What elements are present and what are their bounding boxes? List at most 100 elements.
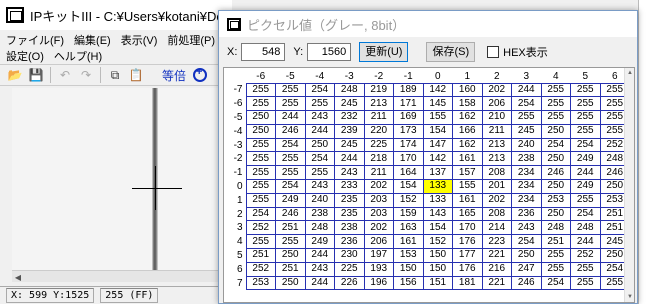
pixel-cell: 220 — [363, 123, 394, 139]
scroll-down-icon[interactable]: ▼ — [625, 292, 634, 302]
menu-view[interactable]: 表示(V) — [121, 32, 158, 48]
row-header: -2 — [233, 153, 243, 165]
menu-settings[interactable]: 設定(O) — [6, 48, 44, 64]
zoom-in-icon[interactable] — [193, 66, 208, 82]
menu-preprocess[interactable]: 前処理(P) — [167, 32, 215, 48]
vertical-scrollbar[interactable]: ▲ ▼ — [624, 68, 634, 302]
toolbar-separator — [50, 67, 51, 83]
pixel-cell: 255 — [304, 96, 335, 112]
column-header: 4 — [552, 70, 559, 82]
pixel-cell: 155 — [452, 179, 483, 194]
pixel-cell: 133 — [422, 192, 453, 208]
pixel-cell: 250 — [540, 123, 571, 139]
dialog-titlebar[interactable]: ピクセル値（グレー, 8bit） — [219, 11, 637, 37]
menu-bar-row2: 設定(O) ヘルプ(H) — [6, 48, 232, 64]
pixel-cell: 152 — [422, 234, 453, 250]
pixel-cell: 255 — [245, 82, 276, 98]
column-header: -6 — [256, 70, 266, 82]
pixel-cell: 157 — [452, 165, 483, 181]
table-row: 0 255 254 243 233 202 154 133 155 201 234 250 249 250 — [228, 179, 630, 194]
pixel-cell: 223 — [481, 234, 512, 250]
pixel-cell: 208 — [481, 206, 512, 222]
pixel-cell: 255 — [275, 82, 306, 98]
pixel-cell: 154 — [393, 179, 424, 194]
column-header: 2 — [493, 70, 500, 82]
pixel-cell: 245 — [334, 96, 365, 112]
hex-checkbox[interactable] — [487, 46, 500, 58]
pixel-cell: 255 — [304, 165, 335, 181]
main-titlebar[interactable]: IPキットIII - C:¥Users¥kotani¥Desktop — [0, 0, 232, 30]
table-row: -2 255 255 254 244 218 170 142 161 213 238 250 249 24… — [228, 151, 630, 167]
row-header: -1 — [233, 167, 243, 179]
horizontal-scrollbar[interactable]: ◀ — [12, 270, 220, 282]
pixel-cell: 246 — [511, 275, 542, 291]
column-header: -4 — [315, 70, 325, 82]
toolbar-separator — [100, 67, 101, 83]
pixel-cell: 158 — [452, 96, 483, 112]
column-header: -1 — [403, 70, 413, 82]
app-icon — [6, 7, 24, 23]
scroll-left-icon[interactable]: ◀ — [12, 271, 24, 283]
pixel-cell: 251 — [245, 248, 276, 263]
pixel-cell: 240 — [511, 137, 542, 153]
pixel-cell: 255 — [275, 165, 306, 181]
pixel-cell: 166 — [452, 123, 483, 139]
refresh-button[interactable]: 更新(U) — [359, 42, 409, 62]
menu-edit[interactable]: 編集(E) — [74, 32, 111, 48]
pixel-cell: 255 — [245, 192, 276, 208]
pixel-cell: 162 — [452, 137, 483, 153]
pixel-cell: 250 — [304, 137, 335, 153]
menu-help[interactable]: ヘルプ(H) — [54, 48, 102, 64]
copy-icon[interactable]: ⧉ — [106, 66, 124, 84]
pixel-cell: 254 — [540, 137, 571, 153]
undo-icon[interactable]: ↶ — [56, 66, 74, 84]
crosshair-horizontal — [132, 188, 182, 189]
paste-icon[interactable]: 📋 — [127, 66, 145, 84]
pixel-cell: 214 — [481, 220, 512, 236]
pixel-cell: 255 — [245, 151, 276, 167]
pixel-cell: 159 — [393, 206, 424, 222]
x-input[interactable]: 548 — [241, 43, 286, 61]
pixel-cell: 243 — [334, 165, 365, 181]
save-icon[interactable]: 💾 — [27, 66, 45, 84]
pixel-cell: 210 — [481, 110, 512, 125]
pixel-cell: 251 — [540, 234, 571, 250]
pixel-cell: 246 — [275, 206, 306, 222]
pixel-cell: 254 — [304, 82, 335, 98]
table-row: 1 255 249 240 235 203 152 133 161 202 234 253 255 253 — [228, 192, 630, 208]
pixel-cell: 254 — [511, 96, 542, 112]
scroll-up-icon[interactable]: ▲ — [625, 68, 634, 78]
y-input[interactable]: 1560 — [307, 43, 352, 61]
redo-icon[interactable]: ↷ — [77, 66, 95, 84]
pixel-cell: 255 — [275, 151, 306, 167]
row-header: 1 — [236, 194, 243, 206]
image-canvas[interactable] — [12, 88, 220, 270]
pixel-cell: 244 — [304, 275, 335, 291]
table-row: 6 252 251 243 225 193 150 150 176 216 247 255 255 254 — [228, 261, 630, 277]
row-header: 0 — [236, 180, 243, 192]
pixel-cell: 208 — [481, 165, 512, 181]
pixel-cell: 250 — [275, 248, 306, 263]
pixel-cell: 254 — [511, 234, 542, 250]
pixel-cell: 211 — [363, 110, 394, 125]
pixel-cell: 150 — [393, 261, 424, 277]
column-header: 0 — [434, 70, 441, 82]
pixel-cell: 244 — [334, 151, 365, 167]
pixel-value-table: -6 -5 -4 -3 -2 -1 0 1 2 3 4 5 6 -7 255 255 254 248 219 189… — [228, 70, 630, 291]
pixel-cell-selected: 133 — [422, 179, 453, 194]
pixel-cell: 249 — [570, 151, 601, 167]
menu-file[interactable]: ファイル(F) — [6, 32, 64, 48]
pixel-cell: 247 — [511, 261, 542, 277]
pixel-cell: 254 — [570, 137, 601, 153]
pixel-cell: 255 — [245, 179, 276, 194]
pixel-cell: 255 — [570, 110, 601, 125]
pixel-cell: 245 — [334, 137, 365, 153]
open-folder-icon[interactable]: 📂 — [6, 66, 24, 84]
save-button[interactable]: 保存(S) — [426, 42, 476, 62]
pixel-cell: 239 — [334, 123, 365, 139]
pixel-cell: 189 — [393, 82, 424, 98]
pixel-cell: 243 — [511, 220, 542, 236]
zoom-actual-size-button[interactable]: 等倍 — [162, 67, 186, 84]
pixel-cell: 154 — [422, 123, 453, 139]
pixel-cell: 164 — [393, 165, 424, 181]
